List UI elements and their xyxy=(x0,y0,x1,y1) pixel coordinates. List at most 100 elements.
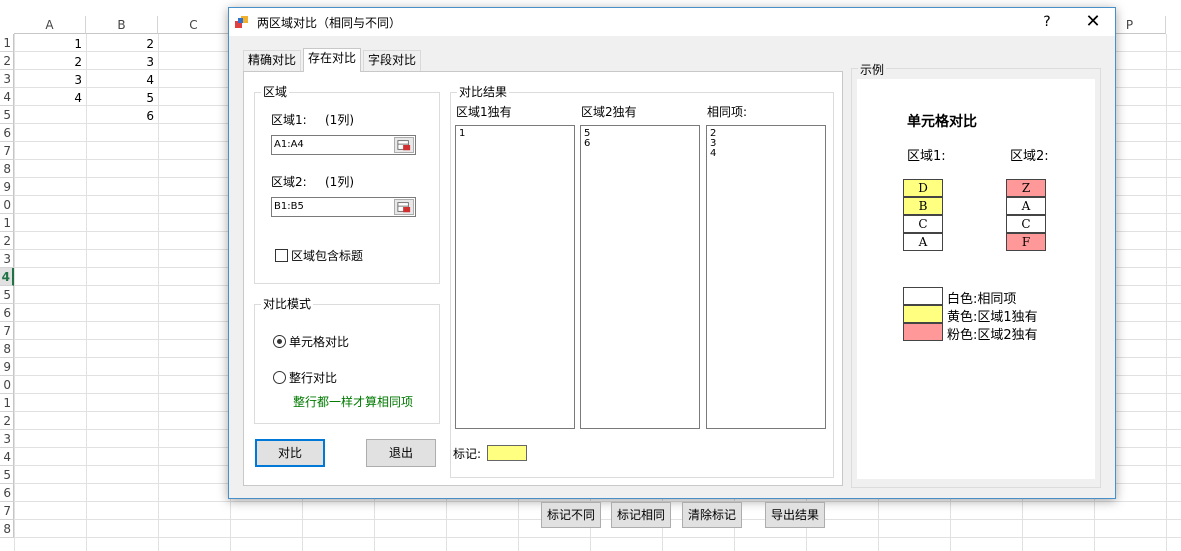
mark-same-button[interactable]: 标记相同 xyxy=(611,502,671,528)
region-group: 区域 区域1: (1列) A1:A4 区域2: (1列) B1:B5 区域包含标… xyxy=(254,85,440,284)
list-item[interactable]: 4 xyxy=(710,149,822,159)
row-header[interactable]: 0 xyxy=(0,196,14,214)
example-cell: D xyxy=(903,179,943,197)
list-item[interactable]: 5 xyxy=(584,129,696,139)
region1-input[interactable]: A1:A4 xyxy=(271,135,416,155)
column-header[interactable]: B xyxy=(86,16,158,34)
cell-b[interactable]: 6 xyxy=(86,107,156,125)
column-header[interactable]: A xyxy=(14,16,86,34)
column-header[interactable]: C xyxy=(158,16,230,34)
row-header[interactable]: 4 xyxy=(0,88,14,106)
row-header[interactable]: 9 xyxy=(0,358,14,376)
tab-panel: 区域 区域1: (1列) A1:A4 区域2: (1列) B1:B5 区域包含标… xyxy=(243,71,843,528)
row-header[interactable]: 7 xyxy=(0,142,14,160)
row-compare-note: 整行都一样才算相同项 xyxy=(293,395,414,409)
row-header[interactable]: 8 xyxy=(0,520,14,538)
range-picker-icon[interactable] xyxy=(394,199,414,215)
cell-b[interactable]: 2 xyxy=(86,35,156,53)
row-header[interactable]: 3 xyxy=(0,430,14,448)
header-checkbox-label: 区域包含标题 xyxy=(291,249,364,263)
row-header[interactable]: 5 xyxy=(0,466,14,484)
mark-color-picker[interactable] xyxy=(487,445,527,461)
row-header[interactable]: 6 xyxy=(0,124,14,142)
exit-button[interactable]: 退出 xyxy=(366,439,436,467)
row-header[interactable]: 9 xyxy=(0,178,14,196)
row-header[interactable]: 1 xyxy=(0,214,14,232)
list-item[interactable]: 2 xyxy=(710,129,822,139)
header-checkbox[interactable] xyxy=(275,249,288,262)
radio-row-compare[interactable] xyxy=(273,371,286,384)
result-group-title: 对比结果 xyxy=(457,85,510,99)
row-header[interactable]: 7 xyxy=(0,502,14,520)
common-items-list[interactable]: 234 xyxy=(706,125,826,429)
cell-b[interactable]: 5 xyxy=(86,89,156,107)
list-item[interactable]: 1 xyxy=(459,129,571,139)
row-header[interactable]: 7 xyxy=(0,322,14,340)
row-header[interactable]: 5 xyxy=(0,286,14,304)
example-heading: 单元格对比 xyxy=(907,114,977,130)
example-group: 示例 单元格对比 区域1: 区域2: DBCAZACF 白色:相同项 黄色:区域1… xyxy=(851,61,1101,488)
dialog-title: 两区域对比（相同与不同） xyxy=(257,16,402,30)
legend-swatch xyxy=(903,305,943,323)
result-group: 对比结果 区域1独有 区域2独有 相同项: 1 56 234 标记: xyxy=(450,85,834,478)
row-header[interactable]: 2 xyxy=(0,412,14,430)
row-header[interactable]: 2 xyxy=(0,52,14,70)
mark-different-button[interactable]: 标记不同 xyxy=(541,502,601,528)
tab-exact-compare[interactable]: 精确对比 xyxy=(243,50,302,71)
example-cell: A xyxy=(1006,197,1046,215)
region2-only-list[interactable]: 56 xyxy=(580,125,700,429)
row-header[interactable]: 6 xyxy=(0,484,14,502)
cell-a[interactable]: 4 xyxy=(14,89,84,107)
region1-only-list[interactable]: 1 xyxy=(455,125,575,429)
grid-line xyxy=(14,34,15,551)
grid-line xyxy=(14,537,1181,538)
row-header[interactable]: 8 xyxy=(0,160,14,178)
row-header[interactable]: 4 xyxy=(0,448,14,466)
row-header[interactable]: 3 xyxy=(0,70,14,88)
legend-label: 黄色:区域1独有 xyxy=(947,310,1038,325)
tab-field-compare[interactable]: 字段对比 xyxy=(363,50,422,71)
cell-a[interactable]: 1 xyxy=(14,35,84,53)
row-header[interactable]: 8 xyxy=(0,340,14,358)
cell-a[interactable]: 3 xyxy=(14,71,84,89)
legend-label: 白色:相同项 xyxy=(947,292,1017,307)
row-header[interactable]: 1 xyxy=(0,34,14,52)
app-icon xyxy=(235,16,248,28)
row-header[interactable]: 5 xyxy=(0,106,14,124)
cell-b[interactable]: 3 xyxy=(86,53,156,71)
mark-label: 标记: xyxy=(453,447,482,461)
clear-marks-button[interactable]: 清除标记 xyxy=(682,502,742,528)
region1-only-header: 区域1独有 xyxy=(456,105,512,119)
common-items-header: 相同项: xyxy=(707,105,748,119)
cell-b[interactable]: 4 xyxy=(86,71,156,89)
row-header[interactable]: 0 xyxy=(0,376,14,394)
help-button[interactable]: ? xyxy=(1037,12,1057,32)
tab-existence-compare[interactable]: 存在对比 xyxy=(303,48,362,72)
example-cell: B xyxy=(903,197,943,215)
example-region2-label: 区域2: xyxy=(1010,149,1049,164)
export-results-button[interactable]: 导出结果 xyxy=(765,502,825,528)
dialog-titlebar: 两区域对比（相同与不同） ? ✕ xyxy=(229,8,1115,36)
grid-line xyxy=(158,34,159,551)
region-group-title: 区域 xyxy=(261,85,290,99)
row-header[interactable]: 6 xyxy=(0,304,14,322)
range-picker-icon[interactable] xyxy=(394,137,414,153)
row-header[interactable]: 3 xyxy=(0,250,14,268)
region2-input[interactable]: B1:B5 xyxy=(271,197,416,217)
row-header[interactable]: 2 xyxy=(0,232,14,250)
example-cell: A xyxy=(903,233,943,251)
row-header[interactable]: 1 xyxy=(0,394,14,412)
mode-group: 对比模式 单元格对比 整行对比 整行都一样才算相同项 xyxy=(254,297,440,424)
region2-cols: (1列) xyxy=(325,175,354,189)
close-button[interactable]: ✕ xyxy=(1081,10,1105,34)
list-item[interactable]: 6 xyxy=(584,139,696,149)
example-cell: C xyxy=(1006,215,1046,233)
cell-a[interactable]: 2 xyxy=(14,53,84,71)
compare-button[interactable]: 对比 xyxy=(255,439,325,467)
example-region1-label: 区域1: xyxy=(907,149,946,164)
list-item[interactable]: 3 xyxy=(710,139,822,149)
radio-cell-compare[interactable] xyxy=(273,335,286,348)
row-header[interactable]: 4 xyxy=(0,268,14,286)
example-group-title: 示例 xyxy=(858,61,887,78)
radio-row-compare-label: 整行对比 xyxy=(289,371,338,385)
